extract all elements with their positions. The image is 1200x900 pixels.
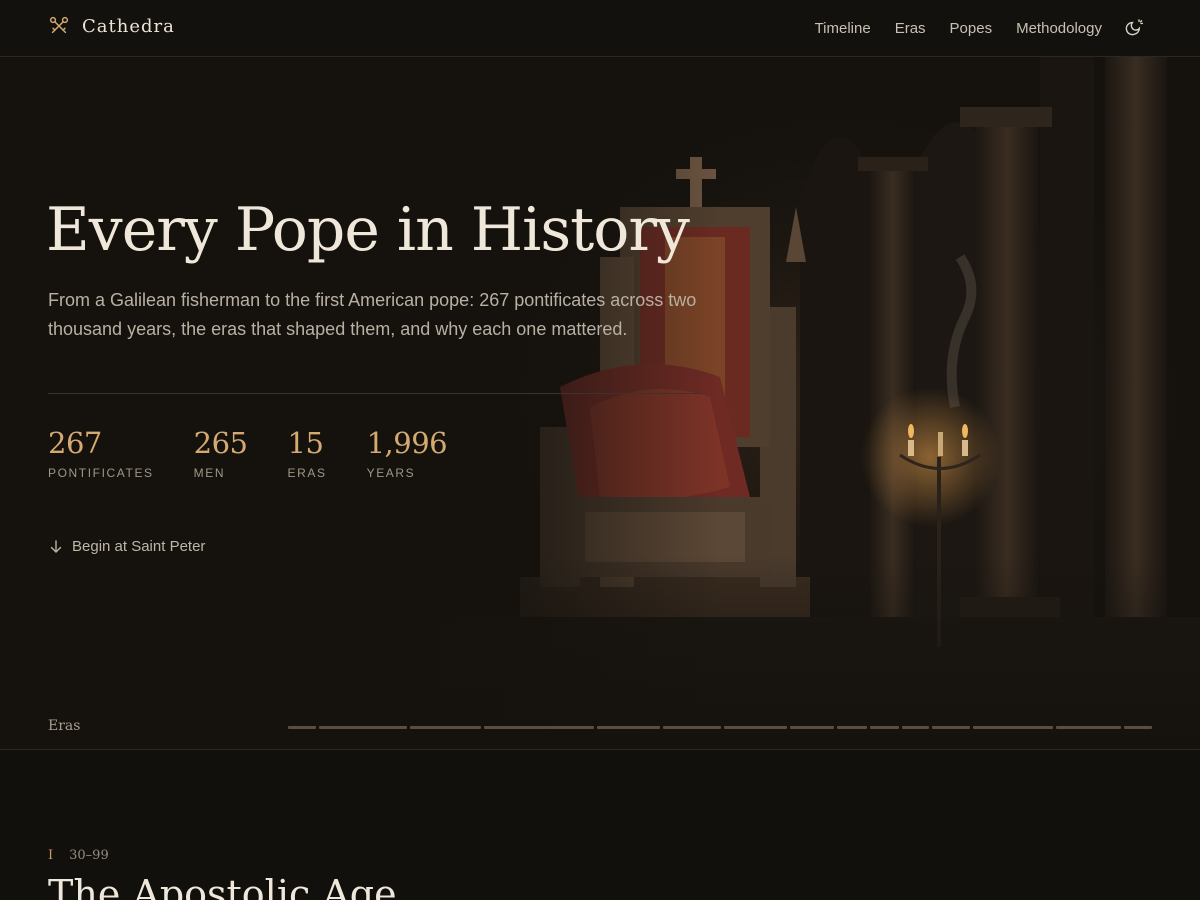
era-segment[interactable] — [973, 726, 1053, 729]
section-divider — [0, 749, 1200, 750]
era-segment[interactable] — [484, 726, 594, 729]
arrow-down-icon — [50, 539, 62, 553]
stat-label: ERAS — [287, 466, 327, 480]
era-title: The Apostolic Age — [48, 872, 397, 900]
era-segment[interactable] — [837, 726, 867, 729]
stat-label: YEARS — [366, 466, 416, 480]
hero-title: Every Pope in History — [46, 195, 690, 265]
stat-value: 15 — [287, 426, 324, 460]
stat-men: 265 MEN — [194, 423, 248, 480]
era-segment[interactable] — [410, 726, 481, 729]
page: Cathedra Timeline Eras Popes Methodology — [0, 0, 1200, 900]
era-segment[interactable] — [902, 726, 929, 729]
throne-illustration — [0, 57, 1200, 749]
era-segment[interactable] — [932, 726, 970, 729]
theme-toggle-icon[interactable] — [1124, 18, 1144, 38]
nav-link-popes[interactable]: Popes — [950, 20, 993, 37]
stats-row: 267 PONTIFICATES 265 MEN 15 ERAS 1,996 Y… — [48, 423, 487, 480]
crossed-keys-icon — [49, 16, 69, 34]
era-years: 30–99 — [69, 848, 109, 863]
era-numeral: I — [48, 848, 54, 863]
begin-at-saint-peter-link[interactable]: Begin at Saint Peter — [48, 538, 205, 555]
brand[interactable]: Cathedra — [48, 15, 175, 37]
nav-links: Timeline Eras Popes Methodology — [815, 0, 1144, 56]
nav-link-timeline[interactable]: Timeline — [815, 20, 871, 37]
begin-link-label: Begin at Saint Peter — [72, 538, 206, 555]
stat-label: MEN — [193, 466, 226, 480]
stat-value: 1,996 — [366, 426, 448, 460]
era-segment[interactable] — [288, 726, 316, 729]
era-segment[interactable] — [597, 726, 660, 729]
stat-pontificates: 267 PONTIFICATES — [48, 423, 154, 480]
eras-progress-bar — [288, 726, 1152, 729]
eras-bar-label: Eras — [48, 718, 81, 734]
hero-subtitle: From a Galilean fisherman to the first A… — [48, 290, 697, 339]
stat-value: 265 — [193, 426, 248, 460]
era-segment[interactable] — [319, 726, 407, 729]
era-segment[interactable] — [870, 726, 899, 729]
era-meta: I 30–99 — [48, 848, 109, 863]
brand-name: Cathedra — [82, 15, 175, 37]
hero-divider — [48, 393, 700, 394]
era-segment[interactable] — [1124, 726, 1152, 729]
era-segment[interactable] — [663, 726, 721, 729]
nav-link-eras[interactable]: Eras — [895, 20, 926, 37]
era-segment[interactable] — [790, 726, 834, 729]
stat-years: 1,996 YEARS — [367, 423, 448, 480]
nav-link-methodology[interactable]: Methodology — [1016, 20, 1102, 37]
hero-section: Every Pope in History From a Galilean fi… — [0, 57, 1200, 749]
era-segment[interactable] — [1056, 726, 1121, 729]
top-nav: Cathedra Timeline Eras Popes Methodology — [0, 0, 1200, 57]
stat-value: 267 — [48, 426, 102, 460]
stat-eras: 15 ERAS — [288, 423, 327, 480]
era-segment[interactable] — [724, 726, 787, 729]
stat-label: PONTIFICATES — [48, 466, 154, 480]
